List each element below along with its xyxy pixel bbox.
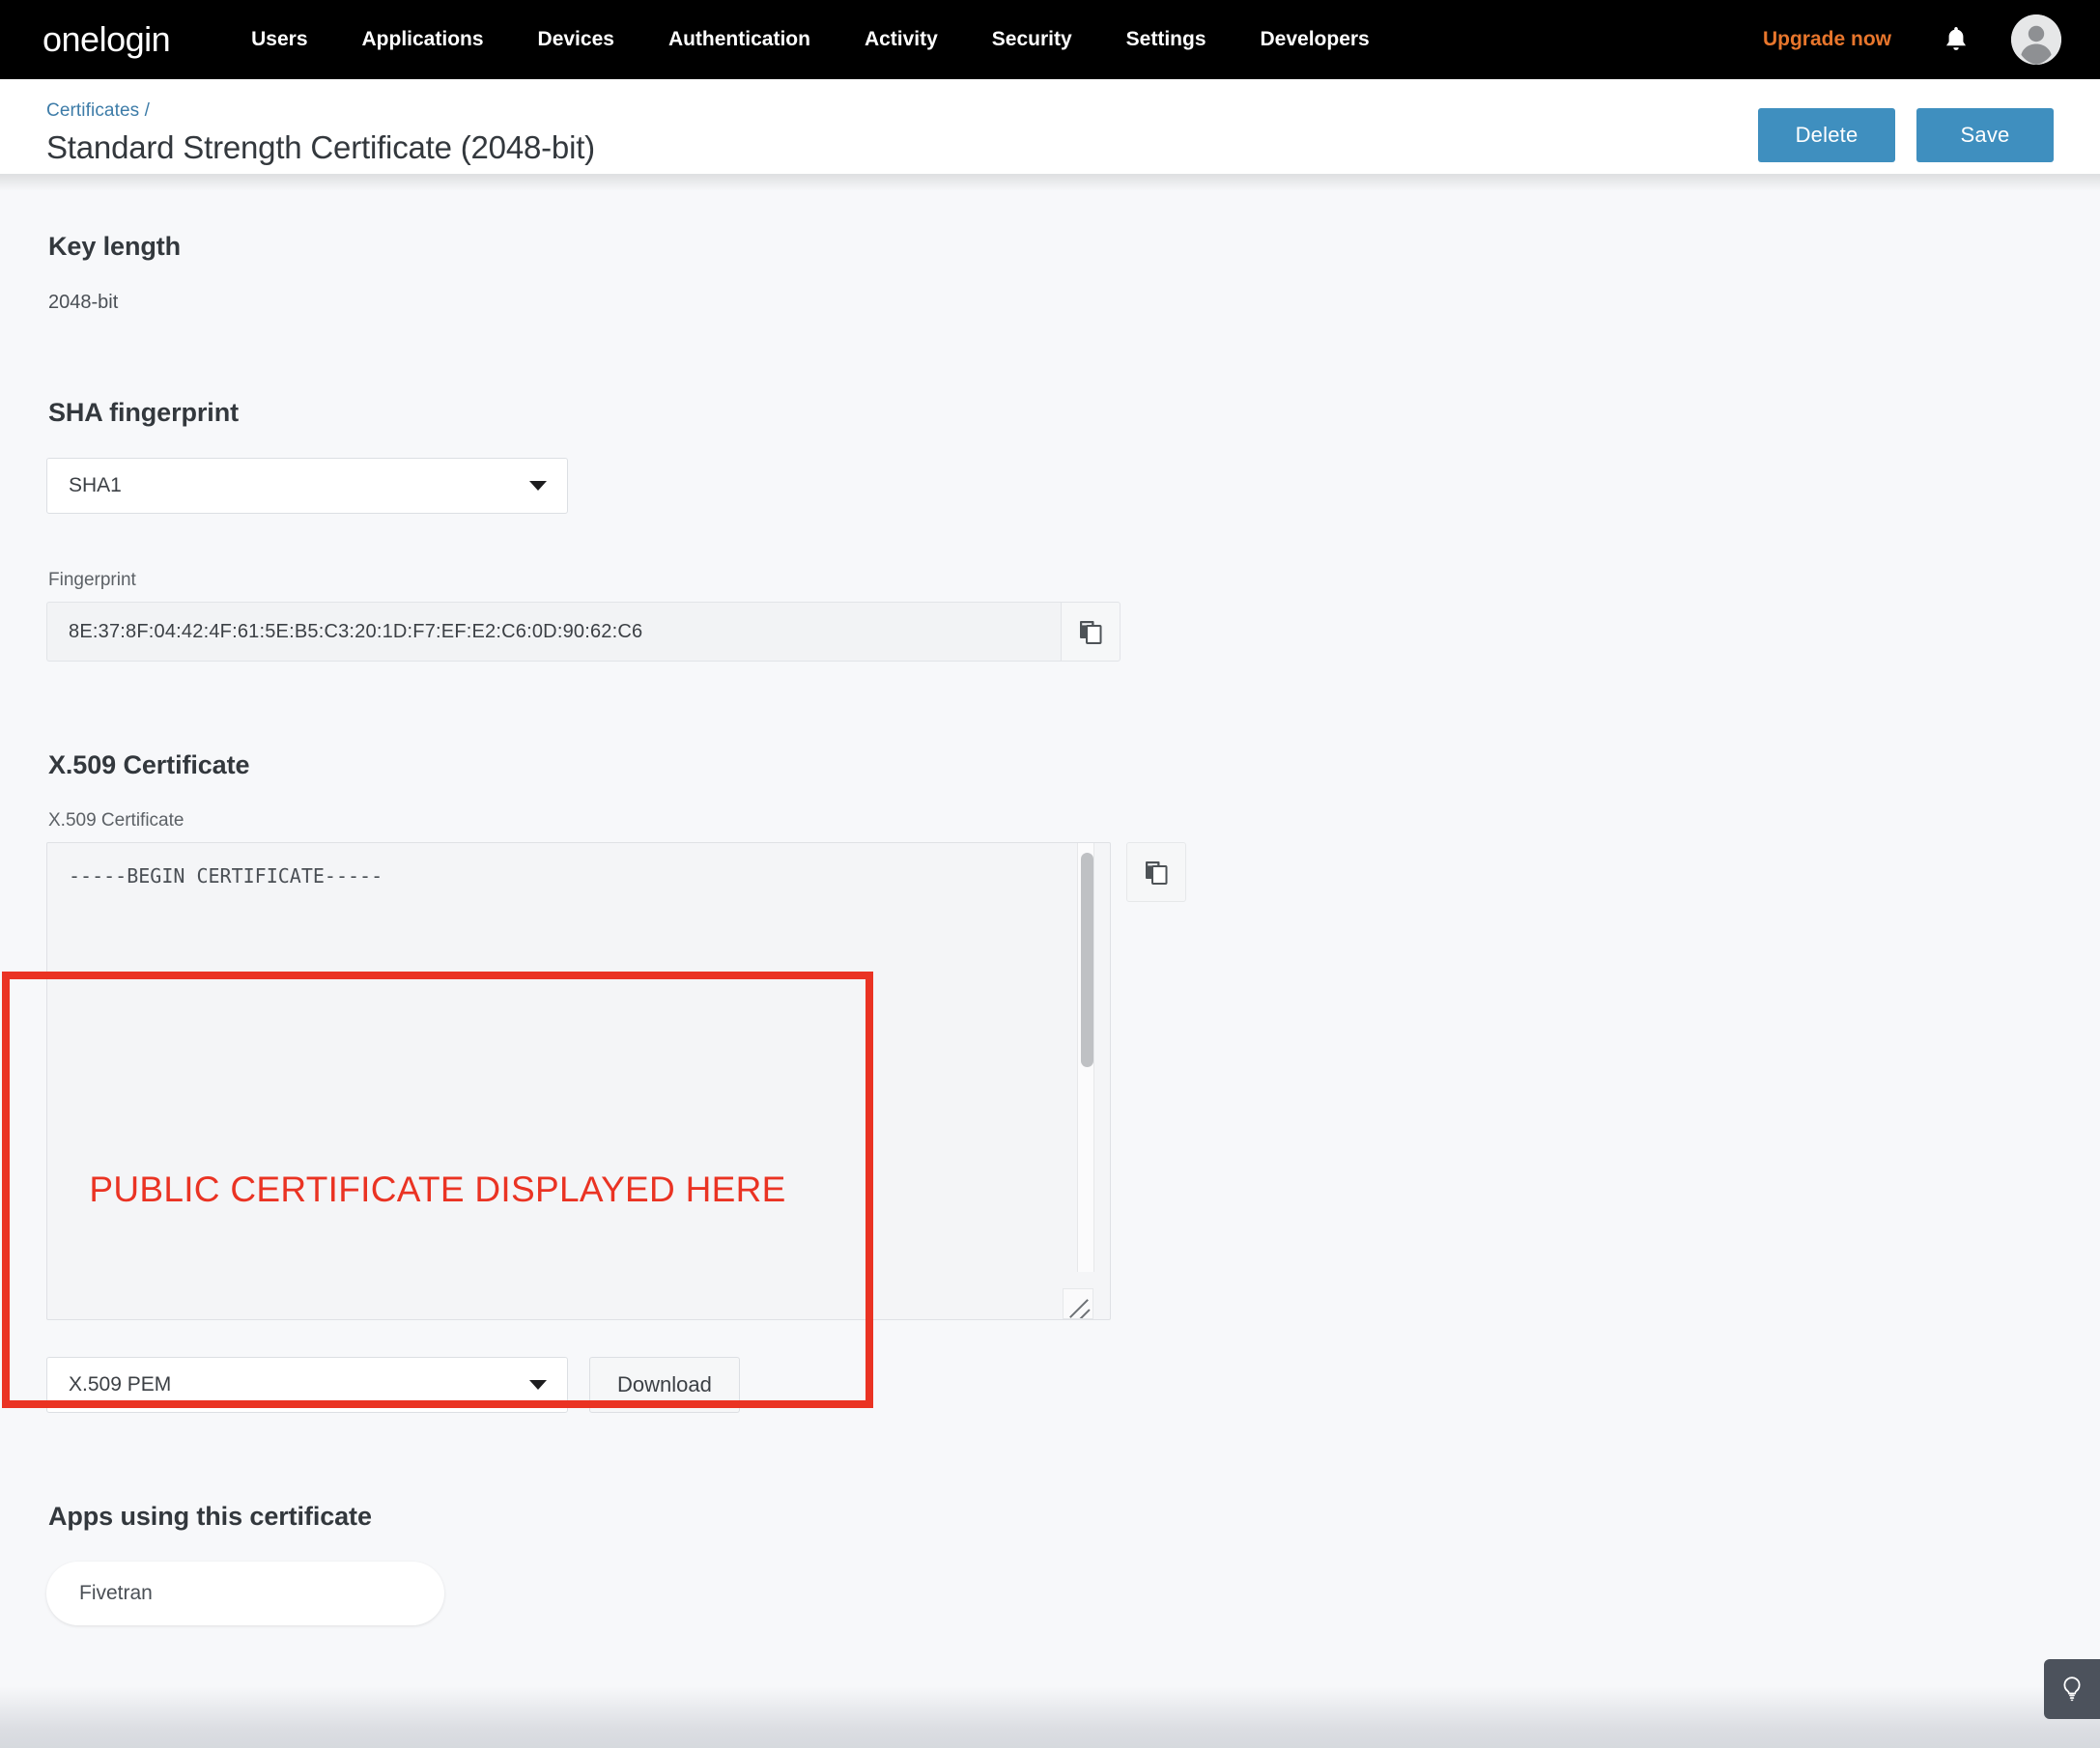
x509-scrollbar-track[interactable]	[1077, 843, 1094, 1272]
sha-algorithm-select[interactable]: SHA1	[46, 458, 568, 514]
x509-field-label: X.509 Certificate	[48, 810, 184, 831]
nav-item-authentication[interactable]: Authentication	[641, 28, 837, 51]
key-length-value: 2048-bit	[48, 292, 119, 313]
breadcrumb[interactable]: Certificates /	[46, 100, 595, 122]
main-content: Key length 2048-bit SHA fingerprint SHA1…	[0, 191, 2100, 1748]
bottom-fade-overlay	[0, 1686, 2100, 1748]
user-avatar[interactable]	[2011, 14, 2061, 65]
fingerprint-row: 8E:37:8F:04:42:4F:61:5E:B5:C3:20:1D:F7:E…	[46, 602, 1121, 662]
page-header-actions: Delete Save	[1758, 100, 2054, 162]
bell-icon	[1946, 27, 1966, 50]
nav-item-developers[interactable]: Developers	[1234, 28, 1397, 51]
nav-right-cluster: Upgrade now	[1763, 14, 2061, 65]
x509-certificate-textarea[interactable]: -----BEGIN CERTIFICATE-----	[46, 842, 1111, 1320]
certificate-format-select[interactable]: X.509 PEM	[46, 1357, 568, 1413]
page-header: Certificates / Standard Strength Certifi…	[0, 79, 2100, 174]
app-chip-fivetran[interactable]: Fivetran	[46, 1562, 444, 1625]
download-button[interactable]: Download	[589, 1357, 740, 1413]
top-navigation-bar: onelogin Users Applications Devices Auth…	[0, 0, 2100, 79]
page-title: Standard Strength Certificate (2048-bit)	[46, 129, 595, 165]
copy-icon	[1146, 861, 1168, 885]
download-row: X.509 PEM Download	[46, 1357, 2054, 1413]
nav-item-users[interactable]: Users	[224, 28, 334, 51]
fingerprint-label: Fingerprint	[48, 570, 136, 590]
nav-item-devices[interactable]: Devices	[511, 28, 641, 51]
header-shadow-divider	[0, 174, 2100, 191]
main-nav-links: Users Applications Devices Authenticatio…	[224, 28, 1397, 51]
x509-section-title: X.509 Certificate	[48, 750, 250, 779]
fingerprint-value-field[interactable]: 8E:37:8F:04:42:4F:61:5E:B5:C3:20:1D:F7:E…	[46, 602, 1061, 662]
user-avatar-icon	[2011, 14, 2061, 65]
page-header-left: Certificates / Standard Strength Certifi…	[46, 100, 595, 165]
nav-item-applications[interactable]: Applications	[335, 28, 511, 51]
lightbulb-icon	[2063, 1677, 2081, 1702]
copy-certificate-button[interactable]	[1126, 842, 1186, 902]
sha-fingerprint-section-title: SHA fingerprint	[48, 398, 239, 427]
resize-grip-icon[interactable]	[1063, 1288, 1093, 1319]
nav-item-activity[interactable]: Activity	[837, 28, 965, 51]
onelogin-logo[interactable]: onelogin	[43, 19, 171, 60]
nav-item-settings[interactable]: Settings	[1099, 28, 1234, 51]
notifications-button[interactable]	[1938, 21, 1974, 58]
x509-certificate-row: -----BEGIN CERTIFICATE-----	[46, 842, 1186, 1320]
save-button[interactable]: Save	[1916, 108, 2054, 162]
certificate-format-select-value[interactable]: X.509 PEM	[46, 1357, 568, 1413]
copy-icon	[1080, 621, 1102, 644]
delete-button[interactable]: Delete	[1758, 108, 1895, 162]
x509-textarea-wrapper: -----BEGIN CERTIFICATE-----	[46, 842, 1111, 1320]
app-chip-label: Fivetran	[79, 1582, 153, 1604]
apps-section-title: Apps using this certificate	[48, 1502, 372, 1531]
key-length-section-title: Key length	[48, 232, 182, 261]
sha-algorithm-select-value[interactable]: SHA1	[46, 458, 568, 514]
help-widget-button[interactable]	[2044, 1659, 2100, 1719]
nav-item-security[interactable]: Security	[965, 28, 1099, 51]
upgrade-now-link[interactable]: Upgrade now	[1763, 28, 1891, 51]
copy-fingerprint-button[interactable]	[1061, 602, 1121, 662]
x509-scrollbar-thumb[interactable]	[1081, 853, 1093, 1067]
